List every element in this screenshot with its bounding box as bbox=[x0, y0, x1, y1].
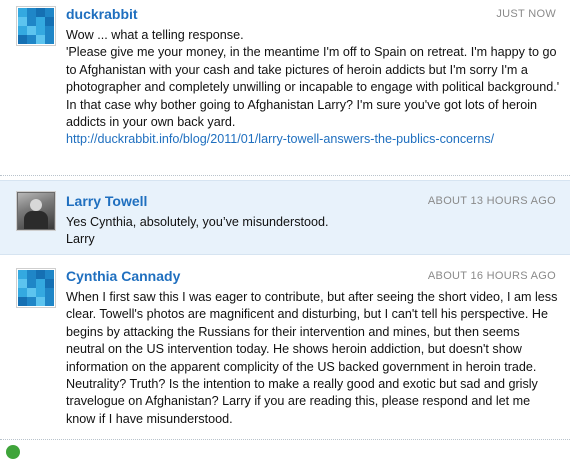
comment-body: Yes Cynthia, absolutely, you’ve misunder… bbox=[66, 214, 560, 249]
comment-timestamp: ABOUT 16 HOURS AGO bbox=[427, 270, 556, 282]
comment-feed: duckrabbit JUST NOW Wow ... what a telli… bbox=[0, 0, 580, 459]
comment-text-line: When I first saw this I was eager to con… bbox=[66, 290, 558, 426]
comment-text-line: Yes Cynthia, absolutely, you’ve misunder… bbox=[66, 215, 329, 229]
blue-mosaic-avatar-icon bbox=[18, 8, 54, 44]
comment-author-link[interactable]: duckrabbit bbox=[66, 6, 138, 22]
comment-item-highlighted: Larry Towell ABOUT 13 HOURS AGO Yes Cynt… bbox=[0, 180, 570, 255]
comment-body: When I first saw this I was eager to con… bbox=[66, 289, 560, 428]
photo-avatar-icon bbox=[18, 193, 54, 229]
blue-mosaic-avatar-icon bbox=[18, 270, 54, 306]
comment-item: duckrabbit JUST NOW Wow ... what a telli… bbox=[0, 0, 570, 176]
comment-url-link[interactable]: http://duckrabbit.info/blog/2011/01/larr… bbox=[66, 132, 494, 146]
next-avatar-icon bbox=[6, 445, 20, 459]
comment-timestamp: JUST NOW bbox=[496, 8, 556, 20]
comment-body: Wow ... what a telling response. 'Please… bbox=[66, 27, 560, 149]
comment-text-line: In that case why bother going to Afghani… bbox=[66, 97, 538, 130]
comment-timestamp: ABOUT 13 HOURS AGO bbox=[427, 195, 556, 207]
comment-author-link[interactable]: Larry Towell bbox=[66, 193, 147, 209]
avatar[interactable] bbox=[16, 191, 56, 231]
avatar[interactable] bbox=[16, 268, 56, 308]
comment-text-line: Wow ... what a telling response. bbox=[66, 28, 244, 42]
avatar[interactable] bbox=[16, 6, 56, 46]
comment-text-line: 'Please give me your money, in the meant… bbox=[66, 45, 560, 95]
comment-text-line: Larry bbox=[66, 232, 95, 247]
comment-item: Cynthia Cannady ABOUT 16 HOURS AGO When … bbox=[0, 262, 570, 440]
comment-author-link[interactable]: Cynthia Cannady bbox=[66, 268, 180, 284]
